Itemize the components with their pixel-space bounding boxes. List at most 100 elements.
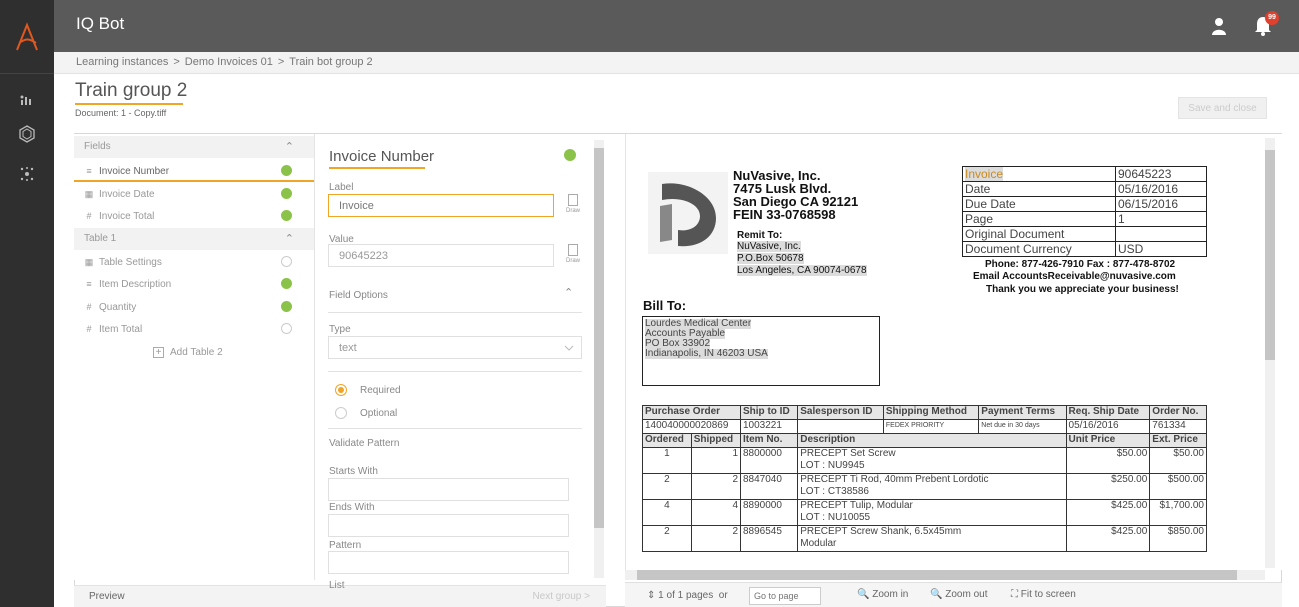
- invoice-row: Due Date 06/15/2016: [963, 197, 1206, 212]
- page-stepper-icon[interactable]: ⇕: [647, 590, 655, 601]
- field-detail-panel: Invoice Number Label Invoice Draw Value …: [314, 134, 592, 591]
- logo[interactable]: [0, 0, 54, 74]
- viewer-toolbar: ⇕ 1 of 1 pages or 🔍 Zoom in 🔍 Zoom out ⛶…: [625, 582, 1282, 607]
- nuvasive-logo-icon: [648, 172, 728, 254]
- add-table-button[interactable]: + Add Table 2: [153, 347, 223, 358]
- label-input[interactable]: Invoice: [328, 194, 554, 217]
- app-title: IQ Bot: [76, 14, 125, 33]
- calendar-icon: ▦: [84, 189, 94, 199]
- pattern-input[interactable]: [328, 551, 569, 574]
- save-and-close-button[interactable]: Save and close: [1178, 97, 1267, 119]
- field-options-header[interactable]: Field Options: [329, 290, 388, 301]
- table-item-item-description[interactable]: ≡ Item Description: [74, 273, 314, 295]
- draw-label-button[interactable]: Draw: [564, 194, 582, 214]
- notification-badge: 99: [1265, 11, 1279, 25]
- table-item-table-settings[interactable]: ▦ Table Settings: [74, 251, 314, 273]
- ends-with-label: Ends With: [329, 502, 375, 513]
- scrollbar-thumb[interactable]: [594, 148, 604, 528]
- table-header-cell: Salesperson ID: [797, 405, 884, 420]
- table-cell: Net due in 30 days: [978, 419, 1067, 434]
- scrollbar-thumb[interactable]: [1265, 150, 1275, 360]
- invoice-value: 06/15/2016: [1118, 197, 1179, 211]
- table-cell: 1: [642, 447, 692, 474]
- collapse-chevron-icon[interactable]: ⌃: [285, 140, 294, 153]
- preview-button[interactable]: Preview: [89, 591, 125, 602]
- sidebar-item-bots[interactable]: [0, 158, 54, 190]
- next-group-button[interactable]: Next group >: [532, 591, 590, 602]
- table-header-cell: Req. Ship Date: [1065, 405, 1151, 420]
- starts-with-input[interactable]: [328, 478, 569, 501]
- table-header-cell: Ship to ID: [739, 405, 799, 420]
- check-icon: [564, 149, 576, 161]
- fit-to-screen-button[interactable]: ⛶ Fit to screen: [1011, 589, 1076, 600]
- item-lot: LOT : NU10055: [800, 512, 871, 523]
- table-item-quantity[interactable]: # Quantity: [74, 296, 314, 318]
- table-header-cell: Description: [797, 433, 1067, 448]
- table-cell: $850.00: [1149, 525, 1207, 552]
- collapse-chevron-icon[interactable]: ⌃: [285, 232, 294, 245]
- breadcrumb-item-learning-instances[interactable]: Learning instances: [76, 56, 168, 68]
- type-select[interactable]: text: [328, 336, 582, 359]
- item-description[interactable]: PRECEPT Ti Rod, 40mm Prebent Lordotic: [800, 475, 988, 486]
- zoom-out-icon: 🔍: [930, 589, 943, 600]
- invoice-label[interactable]: Invoice: [965, 167, 1004, 181]
- table-header-label: Table 1: [84, 233, 117, 244]
- go-to-page-input[interactable]: [749, 587, 821, 605]
- check-icon: [281, 210, 292, 221]
- divider: [328, 371, 582, 372]
- divider: [328, 312, 582, 313]
- draw-value-button[interactable]: Draw: [564, 244, 582, 264]
- field-item-invoice-total[interactable]: # Invoice Total: [74, 205, 314, 227]
- invoice-value: 1: [1118, 212, 1125, 226]
- invoice-value[interactable]: 90645223: [1118, 167, 1171, 181]
- zoom-in-button[interactable]: 🔍 Zoom in: [857, 589, 908, 600]
- table-cell: $1,700.00: [1149, 499, 1207, 526]
- optional-radio[interactable]: [335, 407, 347, 419]
- table-header-cell: Purchase Order: [642, 405, 741, 420]
- field-item-invoice-date[interactable]: ▦ Invoice Date: [74, 183, 314, 205]
- ends-with-input[interactable]: [328, 514, 569, 537]
- page-count: ⇕ 1 of 1 pages or: [647, 590, 728, 601]
- pending-check-icon: [281, 323, 292, 334]
- value-input[interactable]: 90645223: [328, 244, 554, 267]
- table-cell: 2: [690, 525, 742, 552]
- invoice-row: Original Document: [963, 227, 1206, 242]
- fields-section-header[interactable]: Fields ⌃: [74, 136, 314, 158]
- required-radio[interactable]: [335, 384, 347, 396]
- table-section-header[interactable]: Table 1 ⌃: [74, 228, 314, 250]
- viewer-vertical-scrollbar[interactable]: [1265, 138, 1275, 568]
- field-item-invoice-number[interactable]: ≡ Invoice Number: [74, 160, 314, 182]
- breadcrumb-item-demo-invoices[interactable]: Demo Invoices 01: [185, 56, 273, 68]
- check-icon: [281, 301, 292, 312]
- table-header-cell: Shipping Method: [882, 405, 980, 420]
- draw-icon: [568, 194, 578, 206]
- item-description[interactable]: PRECEPT Screw Shank, 6.5x45mm: [800, 527, 961, 538]
- table-header-cell: Item No.: [739, 433, 799, 448]
- zoom-out-button[interactable]: 🔍 Zoom out: [930, 589, 987, 600]
- item-lot: Modular: [800, 538, 837, 549]
- invoice-row: Invoice 90645223: [963, 167, 1206, 182]
- item-description[interactable]: PRECEPT Set Screw: [800, 449, 895, 460]
- detail-panel-scrollbar[interactable]: [594, 140, 604, 578]
- bill-to-label: Bill To:: [643, 298, 687, 313]
- table-header-cell: Payment Terms: [978, 405, 1067, 420]
- invoice-info-table: Invoice 90645223 Date 05/16/2016 Due Date 0…: [962, 166, 1207, 257]
- scrollbar-thumb[interactable]: [637, 570, 1237, 580]
- automation-anywhere-logo-icon: [16, 21, 38, 50]
- sidebar-item-learning-instances[interactable]: [0, 118, 54, 150]
- invoice-row: Date 05/16/2016: [963, 182, 1206, 197]
- table-cell: 2: [690, 473, 742, 500]
- collapse-chevron-icon[interactable]: ⌃: [564, 286, 573, 299]
- viewer-horizontal-scrollbar[interactable]: [625, 570, 1265, 580]
- hexagon-icon: [19, 125, 35, 143]
- add-table-label: Add Table 2: [170, 347, 223, 358]
- table-item-item-total[interactable]: # Item Total: [74, 318, 314, 340]
- table-cell: 140040000020869: [642, 419, 741, 434]
- sidebar-item-dashboard[interactable]: [0, 84, 54, 116]
- table-cell: 761334: [1149, 419, 1207, 434]
- item-description[interactable]: PRECEPT Tulip, Modular: [800, 501, 913, 512]
- zoom-in-icon: 🔍: [857, 589, 870, 600]
- table-header-cell: Ordered: [642, 433, 692, 448]
- label-caption: Label: [329, 182, 354, 193]
- user-icon[interactable]: [1211, 16, 1227, 36]
